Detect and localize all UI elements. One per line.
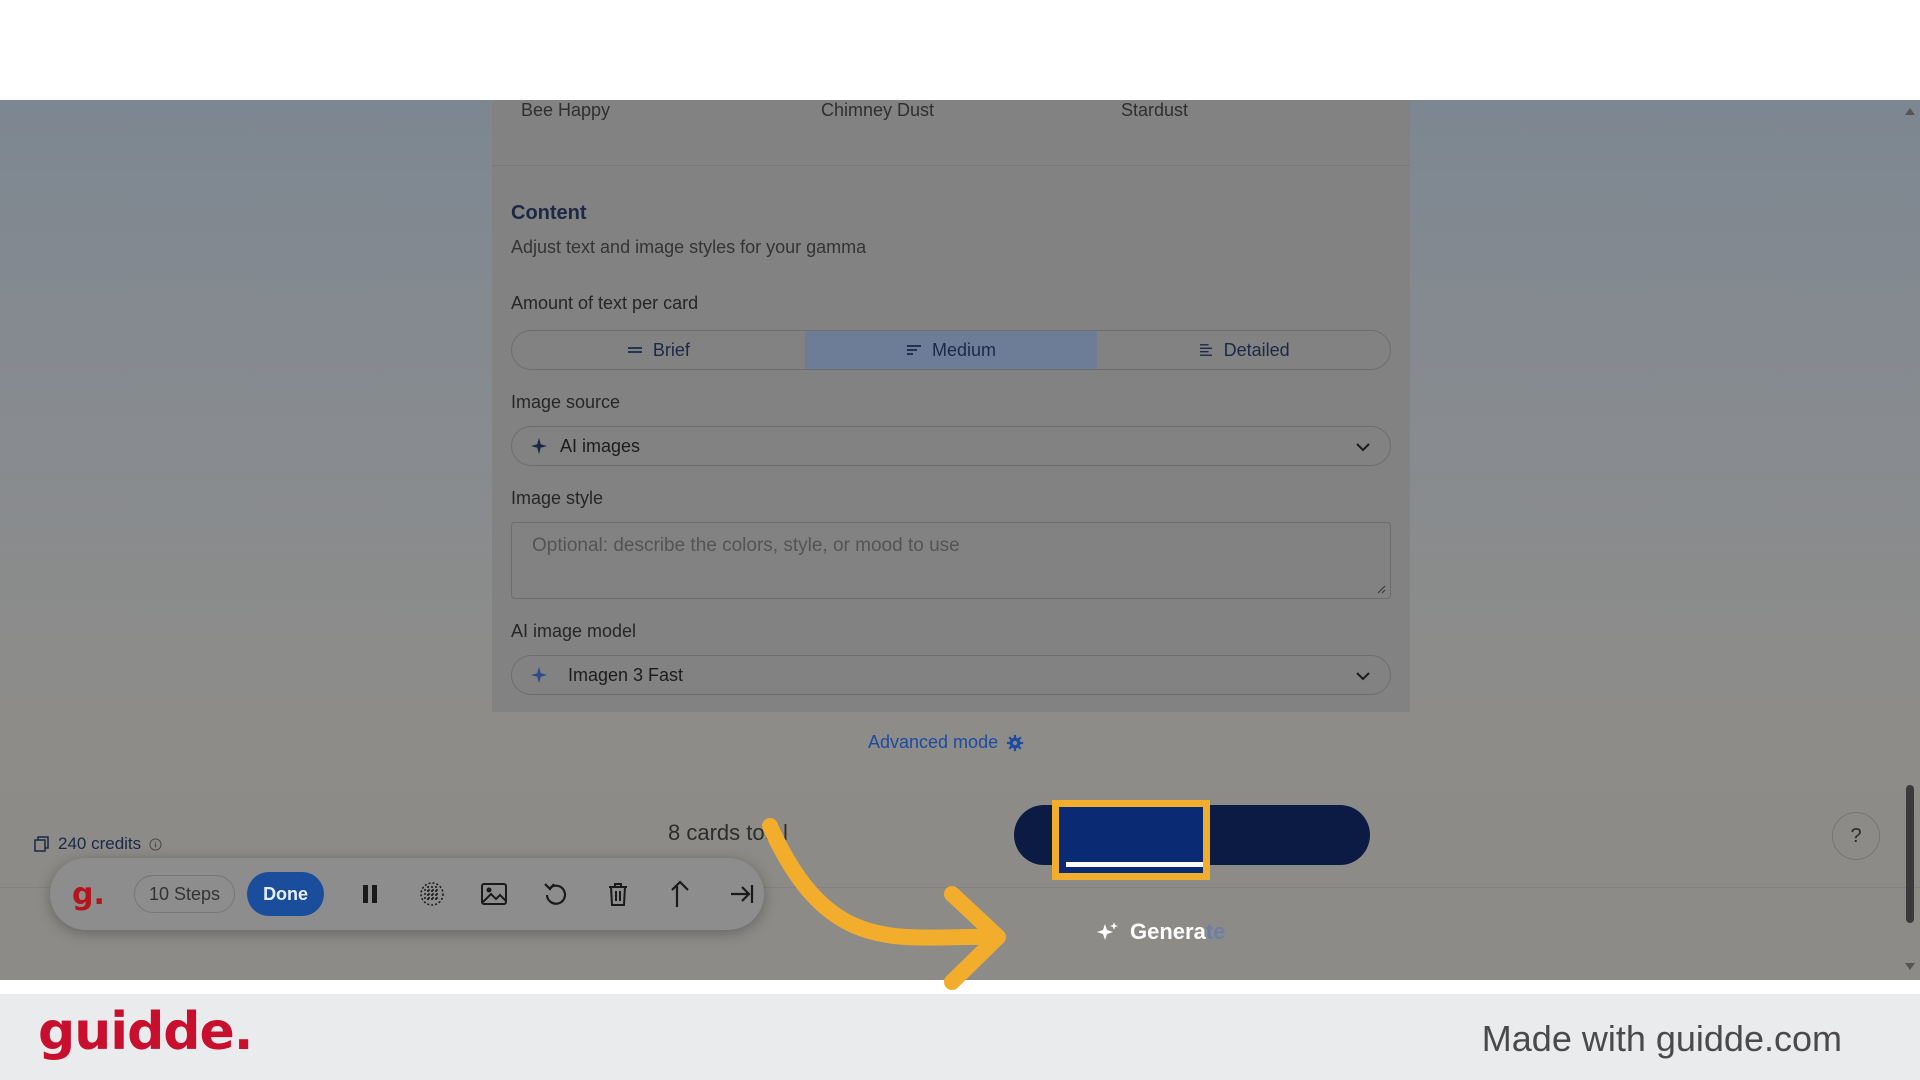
app-viewport: Bee Happy Chimney Dust Stardust Content …: [0, 100, 1920, 980]
theme-bee-happy[interactable]: Bee Happy: [521, 100, 610, 121]
recorder-toolbar: g. 10 Steps Done: [50, 858, 764, 930]
sparkles-icon: [1097, 922, 1118, 940]
brief-lines-icon: [627, 347, 642, 353]
scroll-thumb[interactable]: [1906, 785, 1914, 923]
resize-handle-icon[interactable]: [1376, 584, 1386, 594]
sparkle-icon: [530, 666, 548, 684]
cards-stack-icon: [34, 836, 49, 852]
image-style-label: Image style: [511, 488, 604, 508]
info-icon[interactable]: [149, 837, 162, 851]
skip-icon[interactable]: [726, 878, 758, 910]
highlight-frame: [1052, 800, 1210, 880]
advanced-mode-link[interactable]: Advanced mode: [868, 732, 1024, 753]
settings-panel: Bee Happy Chimney Dust Stardust Content …: [492, 100, 1410, 712]
share-icon[interactable]: [664, 878, 696, 910]
scroll-up-icon[interactable]: [1904, 106, 1916, 116]
text-amount-selector: Brief Medium Detailed: [511, 330, 1391, 370]
text-amount-label: Amount of text per card: [511, 293, 699, 313]
text-amount-detailed-label: Detailed: [1223, 339, 1290, 360]
sparkle-icon: [530, 437, 548, 455]
text-amount-brief[interactable]: Brief: [512, 331, 805, 369]
blur-icon[interactable]: [416, 878, 448, 910]
ai-image-model-value: Imagen 3 Fast: [568, 664, 684, 685]
detailed-lines-icon: [1199, 344, 1212, 356]
pause-icon[interactable]: [354, 878, 386, 910]
image-source-value: AI images: [560, 435, 641, 456]
steps-counter[interactable]: 10 Steps: [134, 875, 236, 913]
generate-label-occluded: te: [1205, 919, 1226, 944]
image-style-placeholder: Optional: describe the colors, style, or…: [532, 535, 960, 556]
ai-image-model-dropdown[interactable]: Imagen 3 Fast: [511, 655, 1391, 695]
footer-made-with[interactable]: Made with guidde.com: [1482, 1018, 1842, 1060]
highlight-underline: [1066, 862, 1203, 867]
content-section-title: Content: [511, 202, 587, 224]
chevron-down-icon: [1356, 672, 1370, 681]
generate-button-content[interactable]: Generate: [1096, 919, 1225, 945]
guidde-logo: g.: [72, 876, 105, 912]
undo-icon[interactable]: [540, 878, 572, 910]
advanced-mode-label: Advanced mode: [868, 732, 999, 752]
medium-lines-icon: [906, 345, 921, 355]
credits-display: 240 credits: [34, 834, 162, 854]
top-strip: [0, 0, 1920, 100]
generate-label: Generate: [1130, 919, 1225, 945]
footer-brand-logo: guidde.: [38, 1002, 254, 1062]
theme-stardust[interactable]: Stardust: [1121, 100, 1188, 121]
credits-label: 240 credits: [58, 834, 142, 853]
gear-icon: [1006, 734, 1024, 751]
scroll-down-icon[interactable]: [1904, 962, 1916, 972]
image-style-textarea[interactable]: Optional: describe the colors, style, or…: [511, 522, 1391, 599]
trash-icon[interactable]: [602, 878, 634, 910]
cards-total: 8 cards total: [668, 820, 788, 845]
text-amount-detailed[interactable]: Detailed: [1097, 331, 1390, 369]
content-section-subtitle: Adjust text and image styles for your ga…: [511, 237, 867, 257]
text-amount-medium[interactable]: Medium: [804, 331, 1098, 369]
text-amount-medium-label: Medium: [931, 339, 997, 360]
text-amount-brief-label: Brief: [652, 339, 690, 360]
theme-chimney-dust[interactable]: Chimney Dust: [821, 100, 934, 121]
image-icon[interactable]: [478, 878, 510, 910]
done-button[interactable]: Done: [247, 872, 325, 916]
scrollbar[interactable]: [1900, 100, 1920, 980]
image-source-label: Image source: [511, 392, 621, 412]
theme-strip: Bee Happy Chimney Dust Stardust: [492, 100, 1410, 166]
chevron-down-icon: [1356, 443, 1370, 452]
ai-image-model-label: AI image model: [511, 621, 637, 641]
image-source-dropdown[interactable]: AI images: [511, 426, 1391, 466]
help-button[interactable]: ?: [1832, 812, 1880, 860]
generate-label-visible: Genera: [1130, 919, 1206, 944]
footer-banner: guidde. Made with guidde.com: [0, 994, 1920, 1080]
